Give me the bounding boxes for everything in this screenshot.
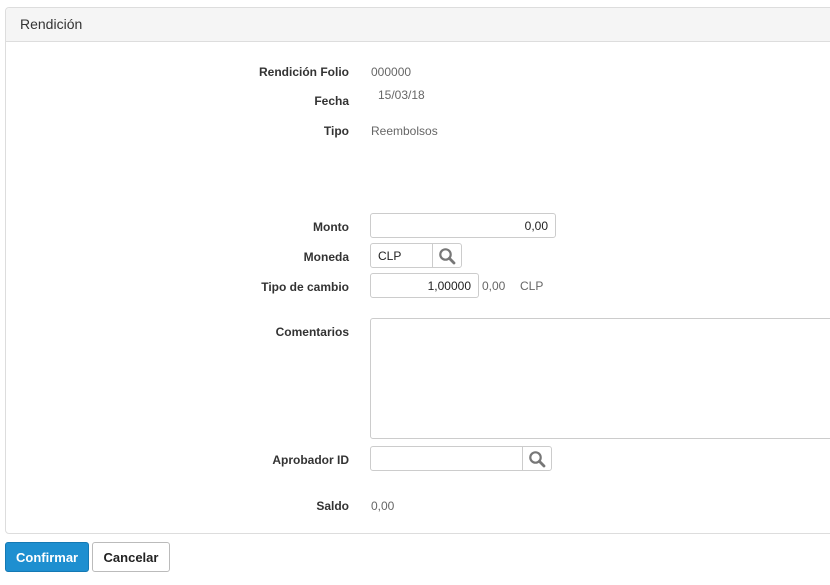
folio-value: 000000 xyxy=(371,65,412,79)
saldo-value: 0,00 xyxy=(371,499,395,513)
aprobador-label: Aprobador ID xyxy=(272,453,349,467)
tipo-cambio-label: Tipo de cambio xyxy=(261,280,349,294)
tipo-value: Reembolsos xyxy=(371,124,438,138)
aprobador-lookup-button[interactable] xyxy=(522,446,552,471)
comentarios-textarea[interactable] xyxy=(370,318,830,439)
saldo-label: Saldo xyxy=(316,499,349,513)
moneda-label: Moneda xyxy=(303,250,349,264)
search-icon xyxy=(439,247,456,264)
monto-label: Monto xyxy=(313,220,349,234)
tipo-cambio-converted: 0,00 xyxy=(482,279,506,293)
moneda-lookup-button[interactable] xyxy=(432,243,462,268)
moneda-input[interactable] xyxy=(370,243,434,268)
fecha-label: Fecha xyxy=(314,94,349,108)
confirm-button[interactable]: Confirmar xyxy=(5,542,89,572)
fecha-value: 15/03/18 xyxy=(378,88,425,102)
search-icon xyxy=(529,450,546,467)
comentarios-label: Comentarios xyxy=(275,325,349,339)
tipo-cambio-currency: CLP xyxy=(520,279,544,293)
monto-input[interactable] xyxy=(370,213,556,238)
tipo-label: Tipo xyxy=(323,124,349,138)
panel-title: Rendición xyxy=(6,8,830,42)
tipo-cambio-input[interactable] xyxy=(370,273,479,298)
aprobador-input[interactable] xyxy=(370,446,524,471)
cancel-button[interactable]: Cancelar xyxy=(92,542,170,572)
folio-label: Rendición Folio xyxy=(259,65,349,79)
